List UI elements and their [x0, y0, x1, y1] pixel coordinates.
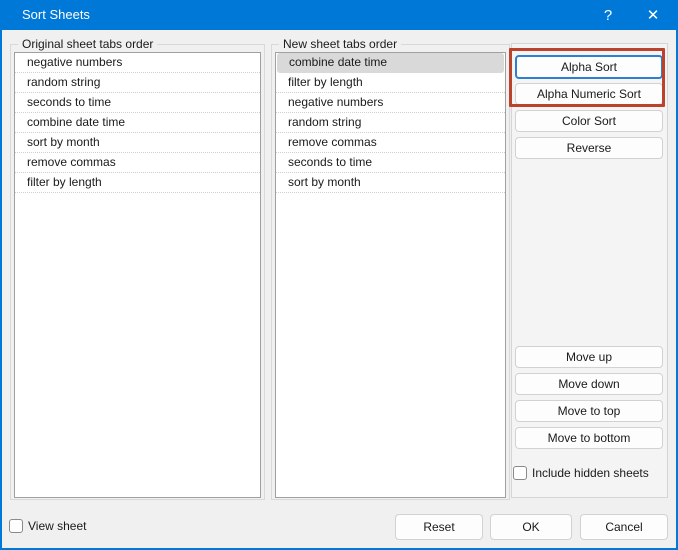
view-sheet-label: View sheet: [28, 519, 86, 533]
view-sheet-checkbox[interactable]: [9, 519, 23, 533]
ok-button[interactable]: OK: [490, 514, 572, 540]
move-up-button[interactable]: Move up: [515, 346, 663, 368]
move-down-button[interactable]: Move down: [515, 373, 663, 395]
reset-button[interactable]: Reset: [395, 514, 483, 540]
list-item[interactable]: filter by length: [276, 73, 505, 93]
move-to-bottom-button[interactable]: Move to bottom: [515, 427, 663, 449]
list-item[interactable]: sort by month: [276, 173, 505, 193]
new-order-list[interactable]: combine date timefilter by lengthnegativ…: [275, 52, 506, 498]
alpha-sort-button[interactable]: Alpha Sort: [515, 55, 663, 79]
list-item[interactable]: remove commas: [15, 153, 260, 173]
reverse-button[interactable]: Reverse: [515, 137, 663, 159]
list-item[interactable]: sort by month: [15, 133, 260, 153]
list-item[interactable]: combine date time: [15, 113, 260, 133]
help-icon: ?: [604, 7, 612, 24]
close-icon: ✕: [647, 6, 660, 24]
original-order-label: Original sheet tabs order: [18, 37, 157, 51]
list-item[interactable]: combine date time: [277, 53, 504, 73]
titlebar[interactable]: Sort Sheets ? ✕: [0, 0, 678, 30]
list-item[interactable]: seconds to time: [276, 153, 505, 173]
list-item[interactable]: random string: [15, 73, 260, 93]
help-button[interactable]: ?: [592, 0, 624, 30]
alpha-numeric-sort-button[interactable]: Alpha Numeric Sort: [515, 83, 663, 105]
window-title: Sort Sheets: [22, 0, 90, 30]
new-order-label: New sheet tabs order: [279, 37, 401, 51]
list-item[interactable]: seconds to time: [15, 93, 260, 113]
list-item[interactable]: remove commas: [276, 133, 505, 153]
list-item[interactable]: filter by length: [15, 173, 260, 193]
sort-sheets-dialog: Sort Sheets ? ✕ Original sheet tabs orde…: [0, 0, 678, 550]
include-hidden-sheets-checkbox[interactable]: [513, 466, 527, 480]
original-order-list[interactable]: negative numbersrandom stringseconds to …: [14, 52, 261, 498]
view-sheet-row: View sheet: [9, 516, 86, 536]
include-hidden-sheets-row: Include hidden sheets: [513, 463, 649, 483]
list-item[interactable]: negative numbers: [276, 93, 505, 113]
close-button[interactable]: ✕: [634, 0, 672, 30]
list-item[interactable]: negative numbers: [15, 53, 260, 73]
include-hidden-sheets-label: Include hidden sheets: [532, 466, 649, 480]
move-to-top-button[interactable]: Move to top: [515, 400, 663, 422]
color-sort-button[interactable]: Color Sort: [515, 110, 663, 132]
cancel-button[interactable]: Cancel: [580, 514, 668, 540]
list-item[interactable]: random string: [276, 113, 505, 133]
